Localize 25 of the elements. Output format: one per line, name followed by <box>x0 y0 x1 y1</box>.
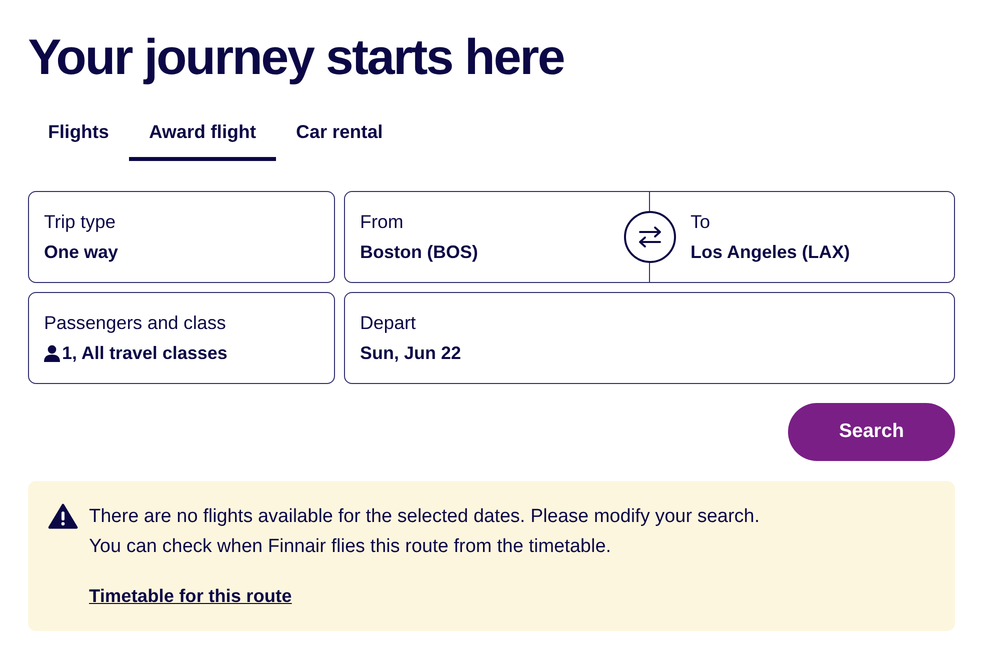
notice-text: You can check when Finnair flies this route from the timetable. <box>89 535 612 559</box>
field-label: Passengers and class <box>44 312 227 334</box>
notice-text: There are no flights available for the selected dates. Please modify your search. <box>89 505 760 529</box>
field-label: To <box>690 211 712 233</box>
page-heading: Your journey starts here <box>28 28 565 87</box>
field-value: One way <box>44 241 120 263</box>
field-value: 1, All travel classes <box>62 342 228 364</box>
field-label: From <box>360 211 404 233</box>
search-button[interactable]: Search <box>788 403 955 461</box>
trip-type-field[interactable]: Trip type One way <box>28 191 335 283</box>
field-value: Sun, Jun 22 <box>360 342 462 364</box>
warning-icon <box>48 503 78 529</box>
swap-button[interactable] <box>624 211 676 263</box>
field-value: Boston (BOS) <box>360 241 479 263</box>
tab[interactable]: Car rental <box>276 114 403 161</box>
tab[interactable]: Flights <box>28 114 129 161</box>
swap-icon <box>638 226 662 248</box>
field-label: Depart <box>360 312 417 334</box>
person-icon <box>44 344 60 362</box>
field-label: Trip type <box>44 211 117 233</box>
field-value: Los Angeles (LAX) <box>690 241 851 263</box>
depart-field[interactable]: Depart Sun, Jun 22 <box>344 292 955 384</box>
passengers-field[interactable]: Passengers and class 1, All travel classes <box>28 292 335 384</box>
tab[interactable]: Award flight <box>128 114 276 161</box>
timetable-link[interactable]: Timetable for this route <box>89 585 292 607</box>
